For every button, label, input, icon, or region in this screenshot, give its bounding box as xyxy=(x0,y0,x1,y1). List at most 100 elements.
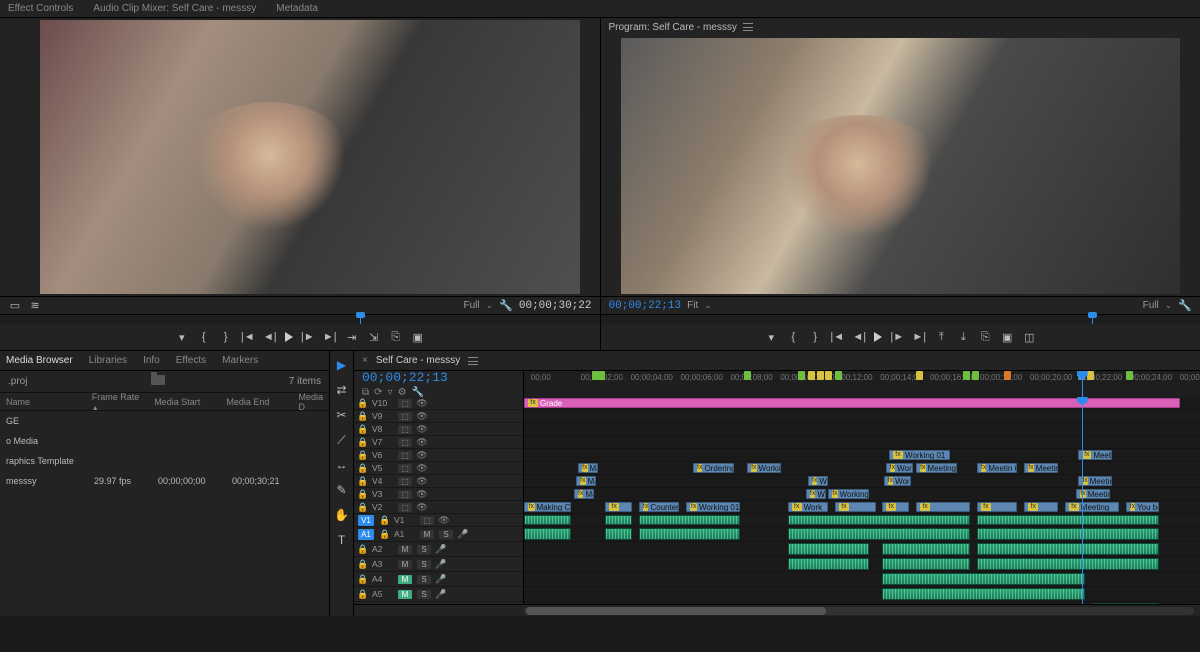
step-back-icon[interactable]: ◄| xyxy=(263,330,277,344)
go-to-out-icon[interactable]: ►| xyxy=(912,330,926,344)
timeline-timecode[interactable]: 00;00;22;13 xyxy=(362,370,523,385)
audio-lane[interactable] xyxy=(524,527,1200,542)
video-clip[interactable]: fxWorking 01 xyxy=(889,450,950,460)
video-lane[interactable] xyxy=(524,436,1200,449)
video-clip[interactable]: fxMeeting 01 xyxy=(1076,489,1110,499)
video-track-header[interactable]: 🔒V5⬚👁 xyxy=(354,462,523,475)
video-lane[interactable] xyxy=(524,410,1200,423)
tab-media-browser[interactable]: Media Browser xyxy=(6,355,73,366)
video-clip[interactable]: fx xyxy=(835,502,876,512)
camera-icon[interactable]: ▣ xyxy=(411,330,425,344)
mark-in-icon[interactable]: { xyxy=(786,330,800,344)
go-to-in-icon[interactable]: |◄ xyxy=(241,330,255,344)
video-lane[interactable]: fxMakfxWorkfxWorking 01fxMeeting 01 xyxy=(524,488,1200,501)
audio-clip[interactable] xyxy=(882,543,970,555)
audio-lane[interactable] xyxy=(524,572,1200,587)
col-frame-rate[interactable]: Frame Rate ▲ xyxy=(86,392,148,412)
source-out-timecode[interactable]: 00;00;30;22 xyxy=(519,300,592,312)
program-zoom-select[interactable]: Fit xyxy=(687,300,698,311)
audio-track-header[interactable]: 🔒A2MS🎤 xyxy=(354,542,523,557)
video-track-header[interactable]: 🔒V10⬚👁 xyxy=(354,397,523,410)
video-clip[interactable]: fxMeeting 02 xyxy=(916,463,957,473)
hand-tool-icon[interactable]: ✋ xyxy=(334,507,350,523)
audio-clip[interactable] xyxy=(977,528,1160,540)
audio-track-header[interactable]: A1🔒A1MS🎤 xyxy=(354,527,523,542)
sequence-tab[interactable]: × Self Care - messsy xyxy=(354,351,1200,371)
video-track-header[interactable]: 🔒V9⬚👁 xyxy=(354,410,523,423)
video-clip[interactable]: fxWorking xyxy=(747,463,781,473)
tab-audio-clip-mixer[interactable]: Audio Clip Mixer: Self Care - messsy xyxy=(93,3,256,14)
audio-clip[interactable] xyxy=(882,588,1085,600)
panel-menu-icon[interactable] xyxy=(743,23,753,31)
audio-clip[interactable] xyxy=(605,515,632,525)
video-lane[interactable]: fxGrade xyxy=(524,397,1200,410)
audio-lane[interactable] xyxy=(524,542,1200,557)
settings-wrench-icon[interactable]: 🔧 xyxy=(499,299,513,312)
tab-markers[interactable]: Markers xyxy=(222,355,258,366)
source-view[interactable] xyxy=(40,20,580,294)
close-icon[interactable]: × xyxy=(362,355,368,366)
tab-libraries[interactable]: Libraries xyxy=(89,355,127,366)
go-to-out-icon[interactable]: ►| xyxy=(323,330,337,344)
audio-track-header[interactable]: 🔒A4MS🎤 xyxy=(354,572,523,587)
play-icon[interactable] xyxy=(874,332,882,342)
audio-clip[interactable] xyxy=(977,515,1160,525)
video-lane[interactable]: fxMaking CfxfxCounter SfxWorking 01fxWor… xyxy=(524,501,1200,514)
go-to-in-icon[interactable]: |◄ xyxy=(830,330,844,344)
step-forward-icon[interactable]: |► xyxy=(301,330,315,344)
video-lane[interactable] xyxy=(524,423,1200,436)
sequence-marker[interactable] xyxy=(835,371,842,380)
tab-info[interactable]: Info xyxy=(143,355,160,366)
project-body[interactable]: GEo Mediaraphics Templatemesssy29.97 fps… xyxy=(0,411,329,616)
ripple-edit-tool-icon[interactable]: ✂ xyxy=(334,407,350,423)
audio-lane[interactable] xyxy=(524,587,1200,602)
track-select-tool-icon[interactable]: ⇄ xyxy=(334,382,350,398)
video-clip[interactable]: fx xyxy=(916,502,970,512)
sequence-marker[interactable] xyxy=(1126,371,1133,380)
settings-wrench-icon[interactable]: 🔧 xyxy=(1178,299,1192,312)
razor-tool-icon[interactable]: ⟋ xyxy=(334,432,350,448)
camera-icon[interactable]: ▣ xyxy=(1000,330,1014,344)
sequence-marker[interactable] xyxy=(808,371,815,380)
mark-in-icon[interactable]: { xyxy=(197,330,211,344)
col-media-end[interactable]: Media End xyxy=(220,397,292,407)
program-playhead[interactable] xyxy=(1092,315,1093,324)
video-clip[interactable]: fx xyxy=(882,502,909,512)
video-lane[interactable]: fxMakfxWorkfxWorkfxMeeting 01 xyxy=(524,475,1200,488)
audio-clip[interactable] xyxy=(882,558,970,570)
video-clip[interactable]: fxWorking 01 xyxy=(828,489,869,499)
sequence-marker[interactable] xyxy=(1087,371,1094,380)
sequence-marker[interactable] xyxy=(798,371,805,380)
audio-clip[interactable] xyxy=(524,528,571,540)
audio-clip[interactable] xyxy=(977,543,1160,555)
video-track-header[interactable]: 🔒V8⬚👁 xyxy=(354,423,523,436)
video-clip[interactable]: fxOrdering xyxy=(693,463,734,473)
pen-tool-icon[interactable]: ✎ xyxy=(334,482,350,498)
video-clip[interactable]: fxMeetin 01 xyxy=(977,463,1018,473)
video-track-header[interactable]: 🔒V3⬚👁 xyxy=(354,488,523,501)
video-lane[interactable]: fxMakfxOrderingfxWorkingfxWorkfxMeeting … xyxy=(524,462,1200,475)
video-track-header[interactable]: 🔒V2⬚👁 xyxy=(354,501,523,514)
video-clip[interactable]: fxMak xyxy=(574,489,594,499)
video-track-header[interactable]: V1🔒V1⬚👁 xyxy=(354,514,523,527)
audio-clip[interactable] xyxy=(977,558,1160,570)
video-clip[interactable]: fxWork xyxy=(886,463,913,473)
source-drag-video-icon[interactable]: ▭ xyxy=(8,299,22,313)
video-clip[interactable]: fx xyxy=(977,502,1018,512)
export-frame-icon[interactable]: ⎘ xyxy=(978,330,992,344)
zoom-handle[interactable] xyxy=(526,607,826,615)
video-clip[interactable]: fxMaking C xyxy=(524,502,571,512)
audio-track-header[interactable]: 🔒A3MS🎤 xyxy=(354,557,523,572)
tab-effects[interactable]: Effects xyxy=(176,355,206,366)
col-name[interactable]: Name xyxy=(0,397,86,407)
audio-clip[interactable] xyxy=(605,528,632,540)
project-row[interactable]: GE xyxy=(0,411,329,431)
export-frame-icon[interactable]: ⎘ xyxy=(389,330,403,344)
add-marker-icon[interactable]: ▾ xyxy=(764,330,778,344)
video-clip[interactable]: fxMeeting 03 xyxy=(1024,463,1058,473)
project-row[interactable]: raphics Template xyxy=(0,451,329,471)
program-zoom-right[interactable]: Full xyxy=(1143,300,1159,311)
audio-clip[interactable] xyxy=(788,515,971,525)
program-timecode[interactable]: 00;00;22;13 xyxy=(609,300,682,312)
sequence-marker[interactable] xyxy=(598,371,605,380)
